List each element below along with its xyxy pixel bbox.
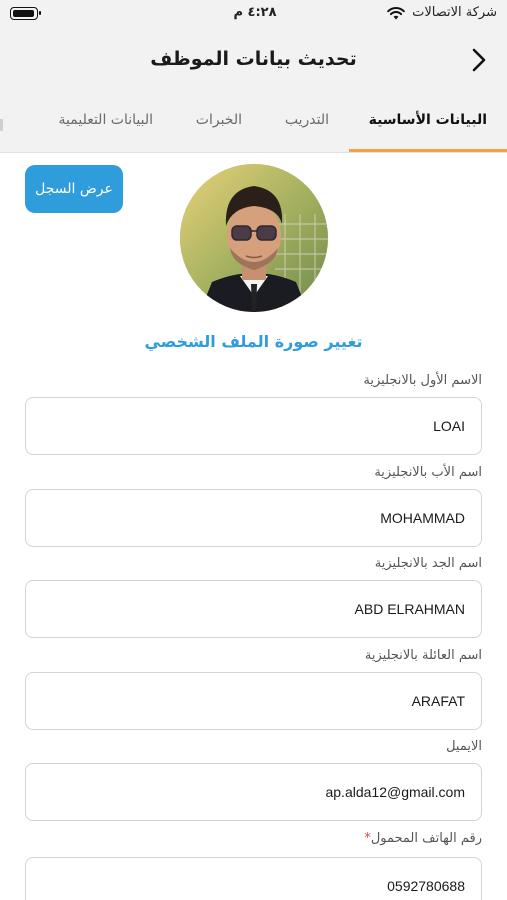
tab-experience[interactable]: الخبرات xyxy=(196,112,242,128)
email-field[interactable]: ap.alda12@gmail.com xyxy=(25,763,482,821)
family-name-field[interactable]: ARAFAT xyxy=(25,672,482,730)
email-label: الايميل xyxy=(446,739,482,754)
status-time: ٤:٢٨ م xyxy=(233,5,277,20)
mobile-field[interactable]: 0592780688 xyxy=(25,857,482,900)
tab-overflow-edge xyxy=(0,119,3,131)
family-name-label: اسم العائلة بالانجليزية xyxy=(364,648,482,663)
first-name-field[interactable]: LOAI xyxy=(25,397,482,455)
grandfather-name-field[interactable]: ABD ELRAHMAN xyxy=(25,580,482,638)
chevron-right-icon xyxy=(472,48,486,72)
mobile-label: رقم الهاتف المحمول* xyxy=(364,831,482,846)
grandfather-name-label: اسم الجد بالانجليزية xyxy=(374,556,482,571)
wifi-icon xyxy=(387,7,405,20)
view-history-button[interactable]: عرض السجل xyxy=(25,165,123,213)
avatar-photo xyxy=(180,164,328,312)
page-title: تحديث بيانات الموظف xyxy=(150,48,357,70)
back-button[interactable] xyxy=(465,44,493,76)
active-tab-indicator xyxy=(349,149,507,152)
battery-icon xyxy=(10,7,41,20)
tab-education[interactable]: البيانات التعليمية xyxy=(59,112,153,128)
first-name-label: الاسم الأول بالانجليزية xyxy=(363,373,482,388)
change-photo-link[interactable]: تغيير صورة الملف الشخصي xyxy=(0,332,507,351)
carrier-name: شركة الاتصالات xyxy=(412,5,497,20)
tab-training[interactable]: التدريب xyxy=(285,112,329,128)
app-header: تحديث بيانات الموظف xyxy=(0,28,507,92)
father-name-field[interactable]: MOHAMMAD xyxy=(25,489,482,547)
status-bar: ٤:٢٨ م شركة الاتصالات xyxy=(0,0,507,28)
father-name-label: اسم الأب بالانجليزية xyxy=(374,465,482,480)
tab-bar: البيانات الأساسية التدريب الخبرات البيان… xyxy=(0,92,507,153)
tab-basic-data[interactable]: البيانات الأساسية xyxy=(369,112,487,128)
mobile-label-text: رقم الهاتف المحمول xyxy=(370,831,482,846)
avatar xyxy=(180,164,328,312)
